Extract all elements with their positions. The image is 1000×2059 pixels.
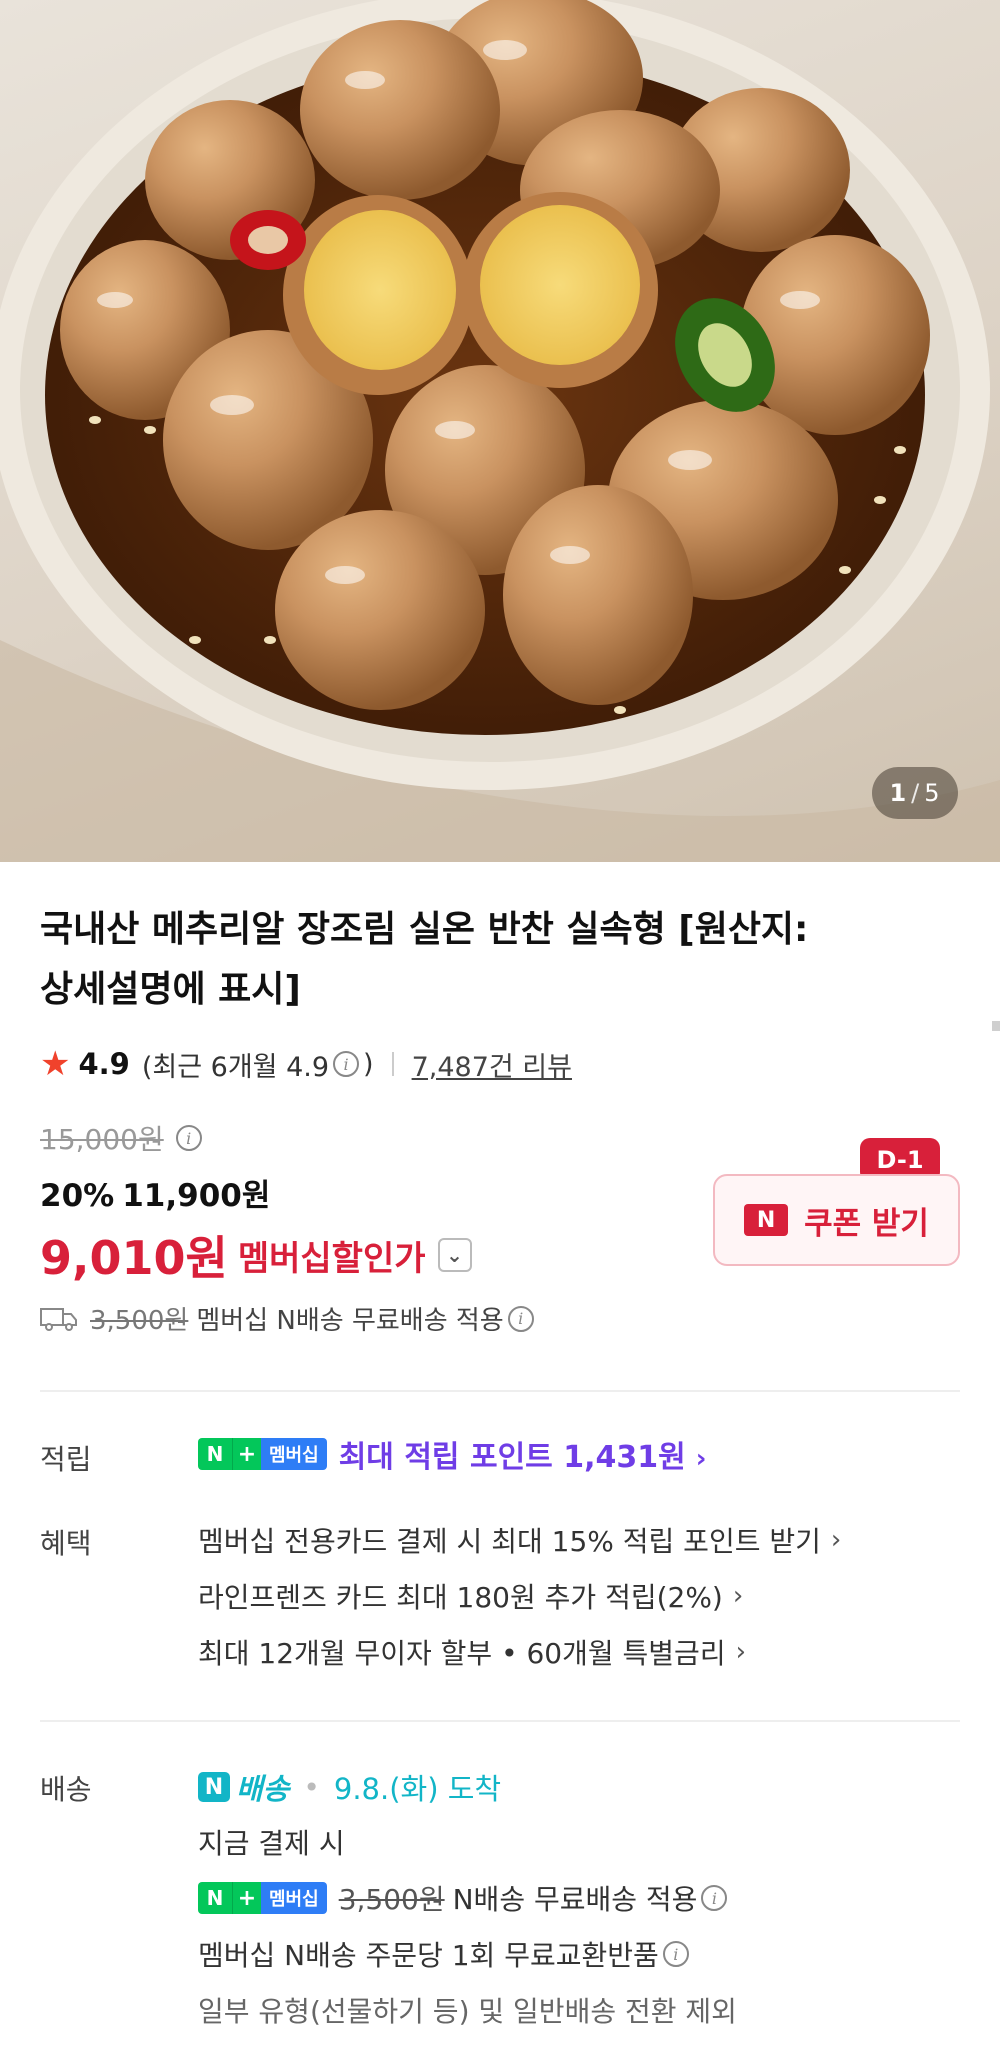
naver-n-icon: N (744, 1204, 789, 1236)
rating-score: 4.9 (78, 1047, 130, 1081)
coupon-button[interactable]: N 쿠폰 받기 (713, 1174, 960, 1266)
discount-rate: 20% (40, 1178, 115, 1214)
delivery-exclusion: 일부 유형(선물하기 등) 및 일반배송 전환 제외 (198, 1995, 737, 2028)
delivery-label: 배송 (40, 1773, 92, 1806)
membership-price: 9,010원 (40, 1231, 228, 1285)
original-price: 15,000원 i (40, 1118, 206, 1158)
review-count-link[interactable]: 7,487건 리뷰 (412, 1045, 572, 1084)
truck-icon (40, 1307, 77, 1331)
image-counter: 1/5 (872, 767, 958, 819)
section-divider (40, 1720, 960, 1722)
product-title: 국내산 메추리알 장조림 실온 반찬 실속형 [원산지: 상세설명에 표시] (40, 909, 809, 1010)
info-icon[interactable]: i (662, 1941, 689, 1967)
n-delivery-icon: N (198, 1772, 230, 1802)
max-points-text: 최대 적립 포인트 1,431원 (338, 1440, 686, 1475)
delivery-fee: 3,500원 (338, 1883, 445, 1916)
points-label: 적립 (40, 1443, 92, 1476)
membership-price-label: 멤버십할인가 (237, 1238, 426, 1279)
chevron-right-icon: › (735, 1637, 746, 1667)
recent-rating: (최근 6개월 4.9 (141, 1051, 330, 1083)
chevron-right-icon: › (830, 1525, 842, 1555)
braised-quail-eggs-photo (0, 0, 1000, 862)
star-icon: ★ (40, 1044, 71, 1084)
naver-plus-membership-badge: N + 멤버십 (198, 1882, 327, 1914)
free-delivery-text: N배송 무료배송 적용 (452, 1883, 698, 1916)
chevron-right-icon: › (732, 1581, 744, 1611)
shipping-summary: 3,500원 멤버십 N배송 무료배송 적용 i (40, 1300, 538, 1337)
shipping-fee: 3,500원 (90, 1306, 189, 1336)
free-exchange-row: 멤버십 N배송 주문당 1회 무료교환반품 i (198, 1934, 693, 1974)
coupon-label: 쿠폰 받기 (804, 1205, 929, 1242)
shipping-text: 멤버십 N배송 무료배송 적용 (196, 1306, 504, 1336)
arrival-date: 9.8.(화) 도착 (333, 1772, 502, 1806)
points-row[interactable]: N + 멤버십 최대 적립 포인트 1,431원 › (198, 1432, 706, 1476)
chevron-down-icon[interactable]: ⌄ (437, 1238, 472, 1272)
info-icon[interactable]: i (507, 1305, 534, 1332)
n-delivery-logo: N 배송 (198, 1766, 289, 1808)
sale-price-row: 20% 11,900원 (40, 1170, 270, 1215)
info-icon[interactable]: i (333, 1051, 360, 1077)
delivery-service-row: N 배송 • 9.8.(화) 도착 (198, 1766, 501, 1808)
delivery-condition: 지금 결제 시 (198, 1827, 345, 1860)
chevron-right-icon: › (695, 1444, 707, 1474)
section-divider (40, 1390, 960, 1392)
rating-row: ★ 4.9 (최근 6개월 4.9 i ) 7,487건 리뷰 (40, 1044, 572, 1084)
naver-plus-membership-badge: N + 멤버십 (198, 1438, 327, 1470)
benefit-item[interactable]: 최대 12개월 무이자 할부 • 60개월 특별금리 › (198, 1632, 746, 1672)
benefit-item[interactable]: 라인프렌즈 카드 최대 180원 추가 적립(2%) › (198, 1576, 743, 1616)
membership-price-row[interactable]: 9,010원 멤버십할인가 ⌄ (40, 1222, 472, 1288)
scroll-indicator (992, 1021, 1000, 1031)
product-image[interactable]: 1/5 (0, 0, 1000, 862)
divider (391, 1052, 394, 1076)
benefits-label: 혜택 (40, 1527, 92, 1560)
benefit-item[interactable]: 멤버십 전용카드 결제 시 최대 15% 적립 포인트 받기 › (198, 1520, 841, 1560)
info-icon[interactable]: i (701, 1885, 728, 1911)
sale-price: 11,900원 (122, 1178, 271, 1214)
delivery-free-row: N + 멤버십 3,500원 N배송 무료배송 적용 i (198, 1878, 731, 1918)
info-icon[interactable]: i (175, 1125, 202, 1151)
